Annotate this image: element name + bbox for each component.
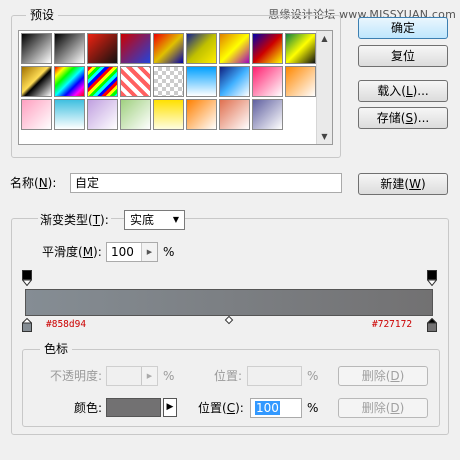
stop-position-label: 位置(C): xyxy=(198,401,244,415)
preset-swatch[interactable] xyxy=(219,66,250,97)
name-input[interactable]: 自定 xyxy=(70,173,342,193)
preset-swatch[interactable] xyxy=(87,33,118,64)
color-delete-button[interactable]: 删除(D) xyxy=(338,398,428,418)
preset-list[interactable]: ▲ ▼ xyxy=(18,30,333,145)
preset-swatch[interactable] xyxy=(120,33,151,64)
opacity-stop-right[interactable] xyxy=(426,270,438,287)
new-button[interactable]: 新建(W) xyxy=(358,173,448,195)
smoothness-stepper-arrow-icon[interactable]: ▶ xyxy=(141,243,157,261)
opacity-stepper-arrow-icon[interactable]: ▶ xyxy=(141,367,157,385)
reset-button[interactable]: 复位 xyxy=(358,45,448,67)
smoothness-label: 平滑度(M): xyxy=(42,245,102,259)
opacity-label: 不透明度: xyxy=(50,369,103,383)
preset-scrollbar[interactable]: ▲ ▼ xyxy=(316,31,332,144)
presets-title: 预设 xyxy=(26,8,59,22)
opacity-input[interactable]: ▶ xyxy=(106,366,158,386)
preset-swatch[interactable] xyxy=(285,66,316,97)
preset-swatch[interactable] xyxy=(120,66,151,97)
load-button[interactable]: 载入(L)... xyxy=(358,80,448,102)
preset-swatch[interactable] xyxy=(54,99,85,130)
preset-swatch[interactable] xyxy=(219,33,250,64)
preset-swatch[interactable] xyxy=(21,66,52,97)
gradient-type-label: 渐变类型(T): xyxy=(38,212,111,228)
opacity-stop-left[interactable] xyxy=(21,270,33,287)
stop-position-input[interactable]: 100 xyxy=(250,398,302,418)
chevron-down-icon: ▼ xyxy=(172,215,179,224)
preset-swatch[interactable] xyxy=(87,66,118,97)
preset-swatch[interactable] xyxy=(21,99,52,130)
name-label: 名称(N): xyxy=(10,176,57,190)
ok-button[interactable]: 确定 xyxy=(358,17,448,39)
color-stops-title: 色标 xyxy=(40,342,73,356)
preset-swatch[interactable] xyxy=(219,99,250,130)
color-label: 颜色: xyxy=(74,401,103,415)
preset-swatch[interactable] xyxy=(285,33,316,64)
scroll-down-icon[interactable]: ▼ xyxy=(317,129,332,144)
stop-position-unit: % xyxy=(307,401,319,415)
save-button[interactable]: 存储(S)... xyxy=(358,107,448,129)
smoothness-unit: % xyxy=(163,245,175,259)
color-stop-left-hex: #858d94 xyxy=(46,319,87,330)
preset-swatch[interactable] xyxy=(21,33,52,64)
opacity-position-label: 位置: xyxy=(214,369,243,383)
stop-color-swatch[interactable] xyxy=(106,398,161,417)
preset-swatch[interactable] xyxy=(186,99,217,130)
opacity-position-unit: % xyxy=(307,369,319,383)
gradient-type-select[interactable]: 实底 ▼ xyxy=(124,210,185,230)
opacity-position-input[interactable] xyxy=(247,366,302,386)
opacity-delete-button[interactable]: 删除(D) xyxy=(338,366,428,386)
preset-swatch[interactable] xyxy=(120,99,151,130)
preset-swatch[interactable] xyxy=(153,99,184,130)
gradient-preview-bar[interactable] xyxy=(25,289,433,316)
preset-swatch[interactable] xyxy=(252,99,283,130)
preset-swatch[interactable] xyxy=(186,33,217,64)
color-stop-left[interactable] xyxy=(21,317,33,332)
preset-swatch[interactable] xyxy=(153,33,184,64)
preset-swatch[interactable] xyxy=(87,99,118,130)
smoothness-input[interactable]: 100 ▶ xyxy=(106,242,158,262)
preset-swatch[interactable] xyxy=(186,66,217,97)
scroll-up-icon[interactable]: ▲ xyxy=(317,31,332,46)
opacity-unit: % xyxy=(163,369,175,383)
color-stop-right[interactable] xyxy=(426,317,438,332)
preset-swatch[interactable] xyxy=(54,66,85,97)
preset-swatch[interactable] xyxy=(153,66,184,97)
preset-swatch[interactable] xyxy=(54,33,85,64)
preset-grid xyxy=(21,33,316,130)
preset-swatch[interactable] xyxy=(252,66,283,97)
color-stop-right-hex: #727172 xyxy=(372,319,413,330)
color-menu-arrow-icon[interactable]: ▶ xyxy=(163,398,177,417)
preset-swatch[interactable] xyxy=(252,33,283,64)
